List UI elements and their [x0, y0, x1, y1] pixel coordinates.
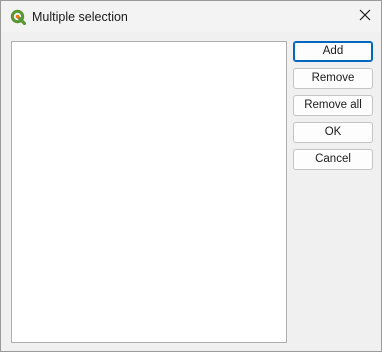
selection-list[interactable] [11, 41, 287, 343]
close-button[interactable] [349, 1, 381, 32]
title-bar: Multiple selection [1, 1, 381, 32]
remove-button[interactable]: Remove [293, 68, 373, 89]
window-title: Multiple selection [32, 10, 128, 24]
close-icon [359, 8, 371, 26]
ok-button[interactable]: OK [293, 122, 373, 143]
remove-all-button[interactable]: Remove all [293, 95, 373, 116]
multiple-selection-dialog: Multiple selection Add Remove Remove all… [0, 0, 382, 352]
add-button[interactable]: Add [293, 41, 373, 62]
qgis-logo-icon [10, 9, 27, 26]
cancel-button[interactable]: Cancel [293, 149, 373, 170]
